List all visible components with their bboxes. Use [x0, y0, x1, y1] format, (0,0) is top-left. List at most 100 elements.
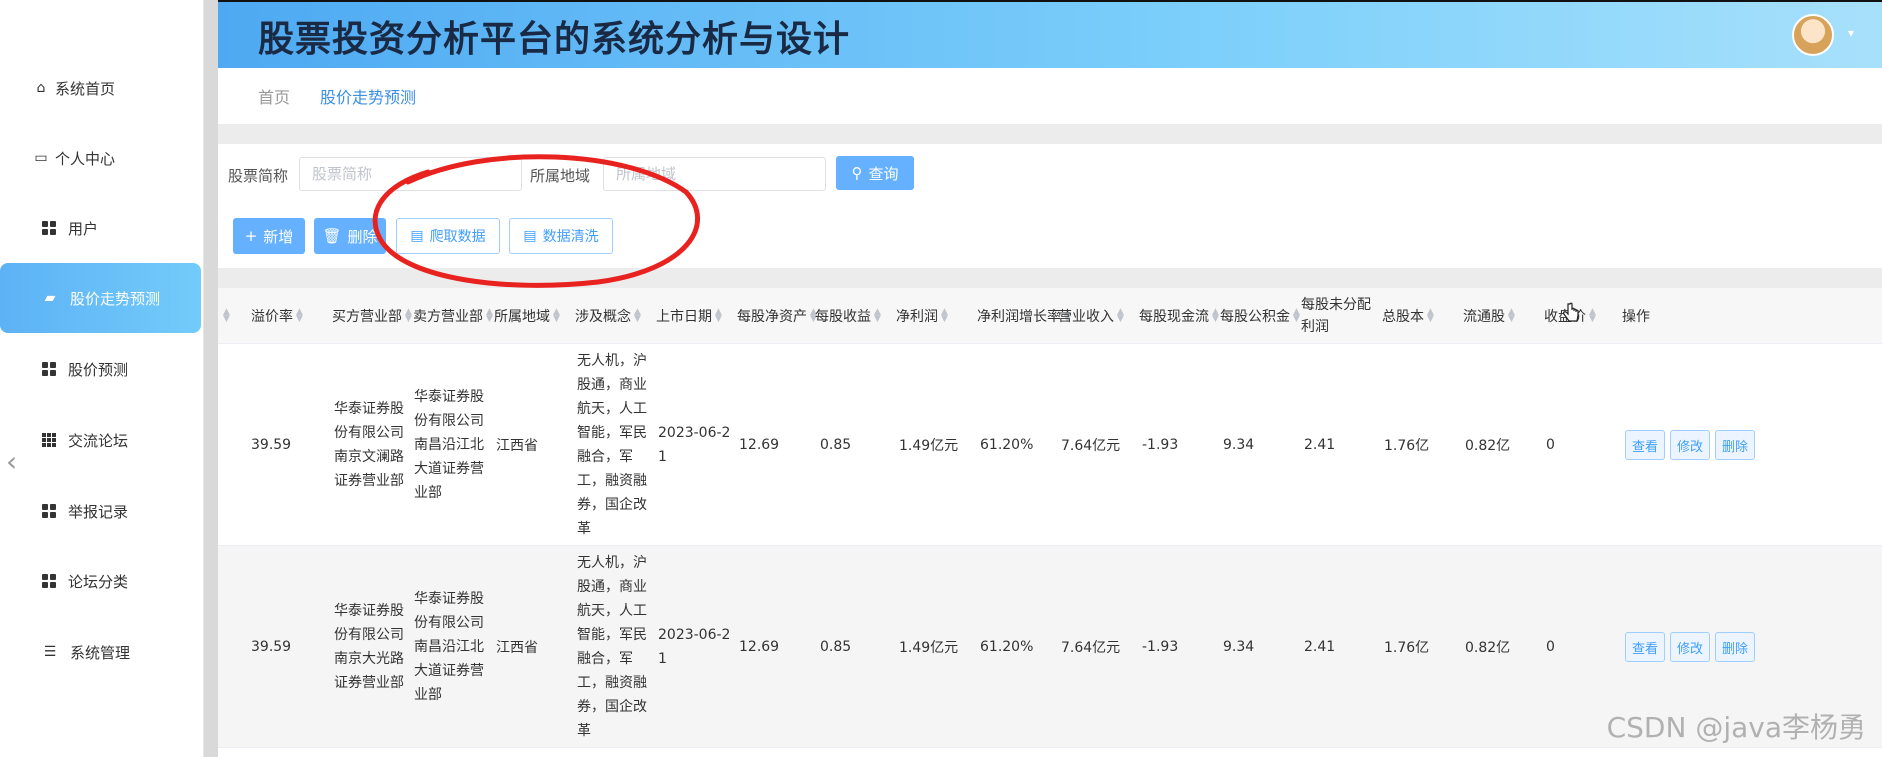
grid-icon — [42, 221, 56, 235]
sidebar-item-price-forecast[interactable]: 股价预测 — [0, 334, 201, 404]
view-row-button[interactable]: 查看 — [1625, 632, 1665, 662]
cell-seller: 华泰证券股 份有限公司 南昌沿江北 大道证券营 业部 — [414, 385, 484, 505]
briefcase-icon: ▰ — [44, 290, 56, 306]
cell-revenue: 7.64亿元 — [1061, 438, 1121, 454]
cell-region: 江西省 — [496, 640, 538, 656]
cell-seller: 华泰证券股 份有限公司 南昌沿江北 大道证券营 业部 — [414, 587, 484, 707]
cell-cashflow: -1.93 — [1142, 437, 1179, 453]
column-header[interactable]: 上市日期 ▲ ▼ — [656, 288, 723, 344]
column-header[interactable]: 买方营业部 ▲ ▼ — [332, 288, 413, 344]
column-header[interactable]: 每股现金流 ▲ ▼ — [1139, 288, 1220, 344]
caret-down-icon[interactable]: ▾ — [1848, 26, 1854, 40]
column-header[interactable]: 总股本 ▲ ▼ — [1382, 288, 1435, 344]
add-button[interactable]: + 新增 — [233, 218, 305, 254]
cell-line: 证券营业部 — [334, 473, 404, 489]
delete-button[interactable]: 🗑 删除 — [314, 218, 386, 254]
edit-row-button[interactable]: 修改 — [1670, 632, 1710, 662]
sidebar-item-home[interactable]: ⌂ 系统首页 — [0, 53, 201, 123]
clean-data-button[interactable]: ▤ 数据清洗 — [509, 218, 613, 254]
sidebar-item-forum-categories[interactable]: 论坛分类 — [0, 546, 201, 616]
cell-undistributed: 2.41 — [1304, 437, 1336, 453]
column-header[interactable]: 净利润 ▲ ▼ — [896, 288, 949, 344]
cell-line: 南昌沿江北 — [414, 639, 484, 655]
column-header[interactable]: 每股收益 ▲ ▼ — [815, 288, 882, 344]
column-header[interactable]: 溢价率 ▲ ▼ — [251, 288, 304, 344]
sliders-icon: ☰ — [43, 644, 57, 660]
cell-line: 南京文澜路 — [334, 449, 404, 465]
delete-button-label: 删除 — [347, 227, 378, 246]
sidebar-item-label: 系统首页 — [55, 79, 116, 98]
cell-nav: 12.69 — [739, 639, 780, 655]
cell-line: 南昌沿江北 — [414, 437, 484, 453]
column-header[interactable]: 营业收入 ▲ ▼ — [1058, 288, 1125, 344]
search-button[interactable]: ⚲ 查询 — [836, 156, 914, 190]
search-button-label: 查询 — [868, 164, 899, 183]
divider — [218, 268, 1882, 288]
divider — [218, 124, 1882, 144]
grid-icon — [42, 504, 56, 518]
avatar[interactable] — [1792, 14, 1834, 56]
home-icon: ⌂ — [36, 80, 46, 96]
hand-cursor-icon — [1563, 302, 1579, 322]
cell-revenue: 7.64亿元 — [1061, 640, 1121, 656]
cell-premium: 39.59 — [251, 639, 292, 655]
sidebar-item-label: 个人中心 — [55, 149, 116, 168]
sidebar-item-system[interactable]: ☰ 系统管理 — [0, 617, 201, 687]
cell-line: 份有限公司 — [334, 627, 404, 643]
grid-icon — [42, 362, 56, 376]
sort-icon[interactable]: ▲ ▼ — [220, 288, 231, 344]
column-header[interactable]: 涉及概念 ▲ ▼ — [575, 288, 642, 344]
sidebar-item-reports[interactable]: 举报记录 — [0, 476, 201, 546]
cell-line: 证券营业部 — [334, 675, 404, 691]
crawl-data-label: 爬取数据 — [429, 229, 486, 245]
stock-name-input[interactable] — [299, 157, 522, 191]
sidebar-item-profile[interactable]: ▭ 个人中心 — [0, 123, 201, 193]
cell-reserve: 9.34 — [1223, 639, 1255, 655]
column-header[interactable]: 流通股 ▲ ▼ — [1463, 288, 1516, 344]
column-header[interactable]: 每股净资产 ▲ ▼ — [737, 288, 818, 344]
breadcrumb: 首页 股价走势预测 — [218, 68, 1882, 124]
cell-nav: 12.69 — [739, 437, 780, 453]
column-header: 操作 — [1622, 309, 1650, 325]
cell-line: 1 — [658, 449, 667, 465]
sidebar-item-trend-forecast[interactable]: ▰ 股价走势预测 — [0, 263, 201, 333]
column-header[interactable]: 每股未分配利润 — [1301, 288, 1379, 344]
sidebar-scrollbar[interactable] — [204, 0, 218, 757]
cell-line: 业部 — [414, 485, 442, 501]
cell-date: 2023-06-2 1 — [658, 623, 730, 671]
cell-line: 1 — [658, 651, 667, 667]
cell-date: 2023-06-2 1 — [658, 421, 730, 469]
cell-line: 无人机，沪 — [577, 555, 647, 571]
sidebar-item-forum[interactable]: 交流论坛 — [0, 405, 201, 475]
trash-icon: 🗑 — [322, 227, 342, 245]
delete-row-button[interactable]: 删除 — [1715, 430, 1755, 460]
sidebar-item-label: 系统管理 — [70, 643, 131, 662]
edit-row-button[interactable]: 修改 — [1670, 430, 1710, 460]
plus-icon: + — [244, 227, 258, 245]
region-input[interactable] — [603, 157, 826, 191]
sidebar-item-label: 交流论坛 — [68, 431, 129, 450]
column-header[interactable]: 每股公积金 ▲ ▼ — [1220, 288, 1301, 344]
sidebar-item-users[interactable]: 用户 — [0, 193, 201, 263]
breadcrumb-home[interactable]: 首页 — [258, 84, 290, 108]
cell-growth: 61.20% — [980, 437, 1034, 453]
grid-nine-icon — [42, 433, 56, 447]
cell-float-shares: 0.82亿 — [1465, 438, 1511, 454]
cell-line: 股通，商业 — [577, 377, 647, 393]
breadcrumb-current: 股价走势预测 — [320, 88, 417, 107]
cell-line: 智能，军民 — [577, 627, 647, 643]
document-icon: ▤ — [523, 228, 537, 244]
view-row-button[interactable]: 查看 — [1625, 430, 1665, 460]
column-header[interactable]: 所属地域 ▲ ▼ — [494, 288, 561, 344]
cell-premium: 39.59 — [251, 437, 292, 453]
stock-table: ▲ ▼ 溢价率 ▲ ▼ 买方营业部 ▲ ▼ 卖方营业部 ▲ ▼ 所属地域 ▲ ▼ 涉及概念 ▲ ▼ 上… — [218, 288, 1882, 757]
table-header: ▲ ▼ 溢价率 ▲ ▼ 买方营业部 ▲ ▼ 卖方营业部 ▲ ▼ 所属地域 ▲ ▼ 涉及概念 ▲ ▼ 上… — [218, 288, 1882, 344]
cell-float-shares: 0.82亿 — [1465, 640, 1511, 656]
cell-line: 股通，商业 — [577, 579, 647, 595]
stock-name-label: 股票简称 — [228, 167, 289, 185]
delete-row-button[interactable]: 删除 — [1715, 632, 1755, 662]
crawl-data-button[interactable]: ▤ 爬取数据 — [396, 218, 500, 254]
sidebar-item-label: 论坛分类 — [68, 572, 129, 591]
column-header[interactable]: 卖方营业部 ▲ ▼ — [413, 288, 494, 344]
collapse-chevron-icon[interactable]: ‹ — [6, 445, 17, 478]
